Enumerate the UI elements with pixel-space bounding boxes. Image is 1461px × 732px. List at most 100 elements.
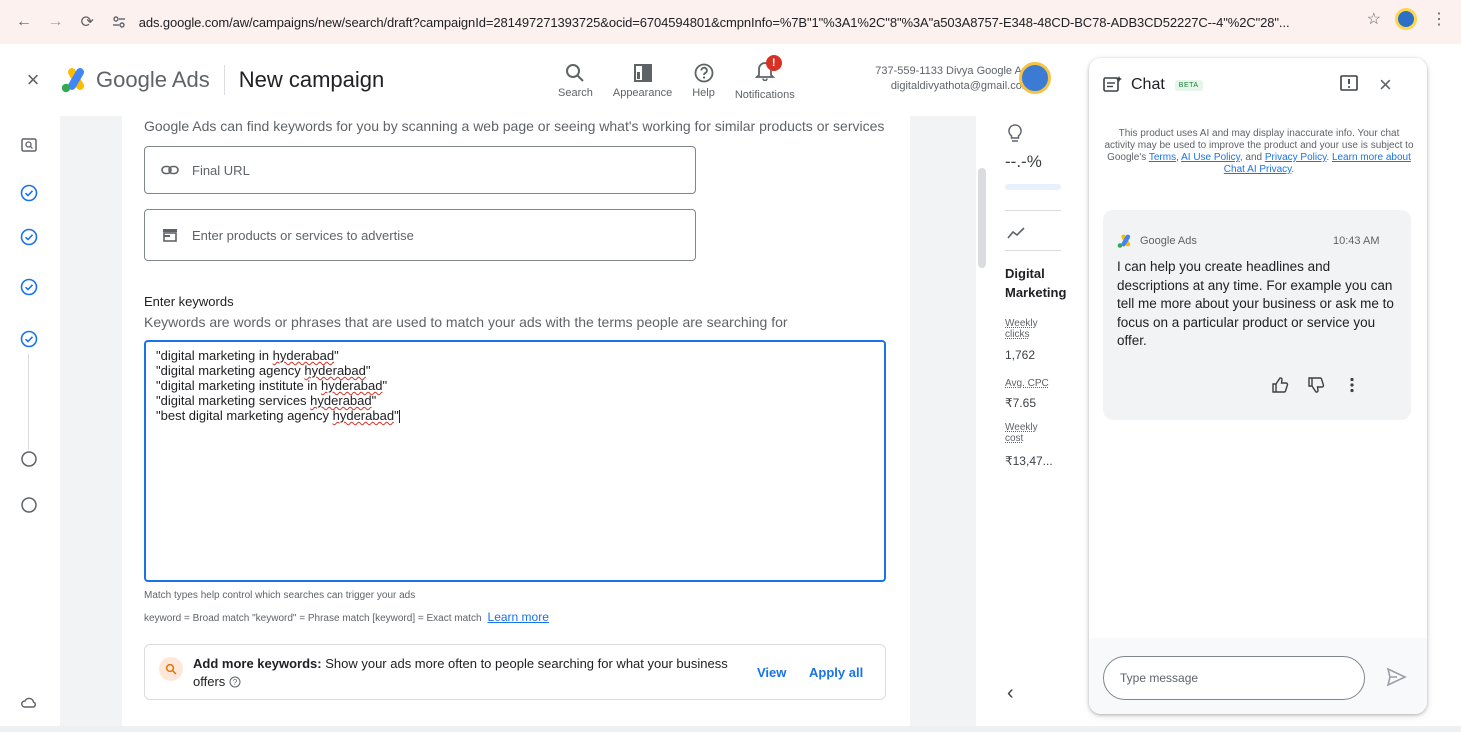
close-campaign-icon[interactable]: × xyxy=(22,69,44,91)
keyword-line: "digital marketing agency hyderabad" xyxy=(156,363,371,378)
help-tool-label: Help xyxy=(692,86,715,99)
send-icon[interactable] xyxy=(1385,666,1407,688)
chat-footer: Type message xyxy=(1089,638,1427,714)
search-icon xyxy=(566,63,585,82)
chat-title: Chat xyxy=(1131,76,1165,93)
weekly-clicks-value: 1,762 xyxy=(1005,348,1036,362)
feedback-icon[interactable] xyxy=(1339,74,1359,94)
appearance-tool-button[interactable]: Appearance xyxy=(613,62,672,99)
address-bar[interactable]: ads.google.com/aw/campaigns/new/search/d… xyxy=(139,15,1461,30)
thumbs-down-icon[interactable] xyxy=(1307,376,1325,394)
estimate-divider xyxy=(1005,250,1061,251)
bookmark-star-icon[interactable]: ☆ xyxy=(1367,9,1381,29)
keywords-textarea[interactable]: "digital marketing in hyderabad" "digita… xyxy=(144,340,886,582)
browser-toolbar: ← → ⟳ ads.google.com/aw/campaigns/new/se… xyxy=(0,0,1461,44)
scrollbar-thumb[interactable] xyxy=(978,168,986,268)
form-scrollbar[interactable] xyxy=(976,116,988,726)
enter-keywords-description: Keywords are words or phrases that are u… xyxy=(144,314,788,330)
keyword-line: "digital marketing in hyderabad" xyxy=(156,348,339,363)
account-avatar[interactable] xyxy=(1019,62,1051,94)
estimate-divider xyxy=(1005,210,1061,211)
step-complete-icon[interactable] xyxy=(20,228,38,246)
final-url-field[interactable]: Final URL xyxy=(144,146,696,194)
browser-menu-icon[interactable]: ⋮ xyxy=(1431,9,1447,29)
match-types-hint: Match types help control which searches … xyxy=(144,590,416,601)
search-suggestion-icon xyxy=(159,657,183,681)
back-icon[interactable]: ← xyxy=(12,10,36,34)
more-options-icon[interactable] xyxy=(1343,376,1361,394)
enter-keywords-title: Enter keywords xyxy=(144,294,234,309)
keyword-line: "digital marketing services hyderabad" xyxy=(156,393,377,408)
message-time: 10:43 AM xyxy=(1333,235,1380,247)
step-complete-icon[interactable] xyxy=(20,330,38,348)
campaign-steps-rail xyxy=(0,116,60,732)
step-complete-icon[interactable] xyxy=(20,184,38,202)
apply-all-button[interactable]: Apply all xyxy=(809,665,863,680)
help-info-icon[interactable]: ? xyxy=(229,676,241,688)
link-icon xyxy=(161,165,179,175)
estimate-title: Digital Marketing xyxy=(1005,264,1066,302)
app-header: × Google Ads New campaign Search Appeara… xyxy=(0,44,1085,116)
google-ads-logo xyxy=(1117,234,1131,248)
cloud-sync-icon xyxy=(21,697,36,708)
text-caret xyxy=(398,410,400,424)
lightbulb-icon xyxy=(1008,124,1022,142)
page-bottom-edge xyxy=(0,726,1461,732)
estimate-title-line: Digital xyxy=(1005,266,1045,281)
trend-chart-icon xyxy=(1007,227,1025,239)
account-info[interactable]: 737-559-1133 Divya Google A... digitaldi… xyxy=(875,64,1031,94)
optimization-score-bar xyxy=(1005,184,1061,190)
brand-name: Google Ads xyxy=(96,67,210,92)
forward-icon[interactable]: → xyxy=(44,10,68,34)
chat-message-input[interactable]: Type message xyxy=(1103,656,1365,700)
optimization-score: --.-% xyxy=(1005,152,1042,171)
avg-cpc-label: Avg. CPC xyxy=(1005,378,1049,389)
chat-message: Google Ads 10:43 AM I can help you creat… xyxy=(1103,210,1411,420)
search-tool-label: Search xyxy=(558,86,593,99)
ai-use-policy-link[interactable]: AI Use Policy xyxy=(1181,152,1240,163)
help-tool-button[interactable]: Help xyxy=(692,62,715,99)
weekly-clicks-label: Weekly clicks xyxy=(1005,318,1038,340)
suggestion-text: Add more keywords: Show your ads more of… xyxy=(193,655,753,691)
site-settings-icon[interactable] xyxy=(105,8,133,36)
match-types-legend: keyword = Broad match "keyword" = Phrase… xyxy=(144,610,549,624)
chat-input-placeholder: Type message xyxy=(1120,671,1199,685)
keyword-line: "digital marketing institute in hyderaba… xyxy=(156,378,388,393)
close-chat-icon[interactable]: × xyxy=(1379,72,1392,98)
ai-disclaimer: This product uses AI and may display ina… xyxy=(1104,128,1414,175)
reload-icon[interactable]: ⟳ xyxy=(75,10,99,34)
step-complete-icon[interactable] xyxy=(20,278,38,296)
final-url-placeholder: Final URL xyxy=(192,162,250,178)
disclaimer-and: , and xyxy=(1239,152,1265,163)
thumbs-up-icon[interactable] xyxy=(1271,376,1289,394)
add-keywords-suggestion: Add more keywords: Show your ads more of… xyxy=(144,644,886,700)
terms-link[interactable]: Terms xyxy=(1149,152,1176,163)
learn-more-link[interactable]: Learn more xyxy=(488,610,549,624)
weekly-cost-value: ₹13,47... xyxy=(1005,454,1053,468)
browser-profile-avatar[interactable] xyxy=(1395,8,1417,30)
collapse-steps-icon[interactable] xyxy=(20,136,38,154)
suggestion-bold: Add more keywords: xyxy=(193,656,322,671)
estimate-title-line: Marketing xyxy=(1005,285,1067,300)
performance-estimate-panel: --.-% Digital Marketing Weekly clicks 1,7… xyxy=(993,116,1073,726)
notifications-tool-label: Notifications xyxy=(734,89,795,101)
notifications-tool-button[interactable]: ! Notifications xyxy=(734,55,795,101)
chat-panel: Chat BETA × This product uses AI and may… xyxy=(1089,58,1427,714)
view-suggestions-button[interactable]: View xyxy=(757,665,786,680)
keyword-finder-hint: Google Ads can find keywords for you by … xyxy=(144,118,885,134)
search-tool-button[interactable]: Search xyxy=(558,62,593,99)
keyword-line: "best digital marketing agency hyderabad… xyxy=(156,408,400,424)
step-pending-icon[interactable] xyxy=(20,496,38,514)
collapse-panel-chevron-icon[interactable]: ‹ xyxy=(1007,682,1014,705)
privacy-policy-link[interactable]: Privacy Policy xyxy=(1265,152,1327,163)
notification-badge: ! xyxy=(765,55,782,71)
avg-cpc-value: ₹7.65 xyxy=(1005,396,1036,410)
message-sender: Google Ads xyxy=(1140,235,1197,247)
campaign-form-area: Google Ads can find keywords for you by … xyxy=(60,116,988,726)
storefront-icon xyxy=(163,229,177,242)
products-services-field[interactable]: Enter products or services to advertise xyxy=(144,209,696,261)
step-pending-icon[interactable] xyxy=(20,450,38,468)
google-ads-logo xyxy=(61,68,84,93)
step-connector xyxy=(28,354,29,450)
account-email: digitaldivyathota@gmail.com xyxy=(890,80,1031,92)
